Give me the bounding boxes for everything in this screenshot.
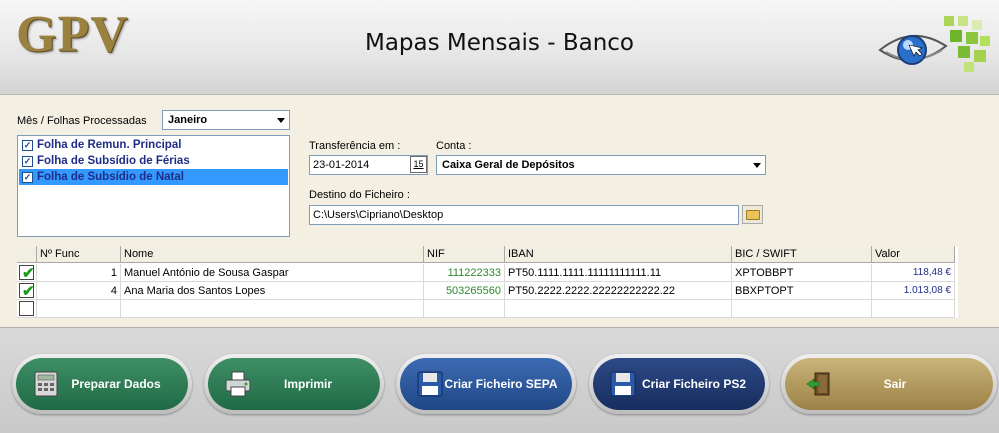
transferencia-date-value: 23-01-2014	[313, 159, 370, 171]
cell-valor	[872, 300, 955, 318]
cell-nif: 111222333	[424, 264, 505, 282]
imprimir-label: Imprimir	[283, 377, 332, 391]
conta-select-value: Caixa Geral de Depósitos	[442, 159, 575, 171]
checkbox-icon[interactable]: ✔	[19, 283, 35, 300]
conta-select[interactable]: Caixa Geral de Depósitos	[436, 155, 766, 175]
checkbox-icon[interactable]	[19, 301, 34, 316]
criar-ps2-button[interactable]: Criar Ficheiro PS2	[589, 354, 769, 414]
preparar-dados-button[interactable]: Preparar Dados	[12, 354, 192, 414]
preparar-dados-label: Preparar Dados	[71, 377, 161, 391]
folder-icon	[746, 210, 760, 220]
mes-folhas-label: Mês / Folhas Processadas	[17, 115, 147, 127]
grid-header-nome[interactable]: Nome	[121, 246, 424, 263]
calendar-icon[interactable]: 15	[410, 156, 427, 173]
cell-nome: Ana Maria dos Santos Lopes	[121, 282, 424, 300]
conta-label: Conta :	[436, 140, 472, 152]
table-row-check[interactable]	[17, 300, 37, 318]
checkbox-icon[interactable]: ✓	[22, 172, 33, 183]
sair-label: Sair	[883, 377, 907, 391]
mes-select[interactable]: Janeiro	[162, 110, 290, 130]
grid-header-iban[interactable]: IBAN	[505, 246, 732, 263]
chevron-down-icon	[277, 118, 285, 123]
criar-ps2-inner[interactable]: Criar Ficheiro PS2	[593, 358, 765, 410]
folha-item-ferias[interactable]: ✓ Folha de Subsídio de Férias	[19, 153, 288, 169]
imprimir-button[interactable]: Imprimir	[204, 354, 384, 414]
folha-label: Folha de Subsídio de Férias	[37, 155, 190, 167]
grid-header-bic[interactable]: BIC / SWIFT	[732, 246, 872, 263]
mes-select-value: Janeiro	[168, 114, 208, 126]
cell-func	[37, 300, 121, 318]
imprimir-inner[interactable]: Imprimir	[208, 358, 380, 410]
cell-nome	[121, 300, 424, 318]
grid-header-check	[17, 246, 37, 263]
criar-ps2-label: Criar Ficheiro PS2	[641, 377, 747, 391]
criar-sepa-label: Criar Ficheiro SEPA	[444, 377, 558, 391]
transferencia-label: Transferência em :	[309, 140, 401, 152]
checkbox-icon[interactable]: ✓	[22, 156, 33, 167]
criar-sepa-inner[interactable]: Criar Ficheiro SEPA	[400, 358, 572, 410]
table-row-check[interactable]: ✔	[17, 282, 37, 300]
checkbox-icon[interactable]: ✔	[19, 265, 35, 282]
table-row-check[interactable]: ✔	[17, 264, 37, 282]
folha-label: Folha de Subsídio de Natal	[37, 171, 184, 183]
preparar-dados-inner[interactable]: Preparar Dados	[16, 358, 188, 410]
cell-valor: 1.013,08 €	[872, 282, 955, 300]
cell-bic: BBXPTOPT	[732, 282, 872, 300]
page-title: Mapas Mensais - Banco	[364, 30, 635, 56]
cell-iban: PT50.2222.2222.22222222222.22	[505, 282, 732, 300]
eye-logo-icon	[878, 16, 990, 72]
sair-inner[interactable]: Sair	[785, 358, 993, 410]
browse-folder-button[interactable]	[742, 205, 763, 224]
destino-path-input[interactable]: C:\Users\Cipriano\Desktop	[309, 205, 739, 225]
cell-func: 4	[37, 282, 121, 300]
folhas-list[interactable]: ✓ Folha de Remun. Principal ✓ Folha de S…	[17, 135, 290, 237]
folha-item-principal[interactable]: ✓ Folha de Remun. Principal	[19, 137, 288, 153]
footer-bar: Preparar Dados Imprimir Criar Ficheiro S…	[0, 327, 999, 433]
grid-header-func[interactable]: Nº Func	[37, 246, 121, 263]
criar-sepa-button[interactable]: Criar Ficheiro SEPA	[396, 354, 576, 414]
header-bar: GPV Mapas Mensais - Banco	[0, 0, 999, 95]
chevron-down-icon	[753, 163, 761, 168]
cell-iban: PT50.1111.1111.11111111111.11	[505, 264, 732, 282]
folha-label: Folha de Remun. Principal	[37, 139, 182, 151]
cell-nome: Manuel António de Sousa Gaspar	[121, 264, 424, 282]
destino-label: Destino do Ficheiro :	[309, 189, 410, 201]
cell-bic: XPTOBBPT	[732, 264, 872, 282]
cell-func: 1	[37, 264, 121, 282]
sair-button[interactable]: Sair	[781, 354, 997, 414]
cell-nif: 503265560	[424, 282, 505, 300]
grid-header-valor[interactable]: Valor	[872, 246, 955, 263]
grid-header-nif[interactable]: NIF	[424, 246, 505, 263]
folha-item-natal[interactable]: ✓ Folha de Subsídio de Natal	[19, 169, 288, 185]
employees-grid[interactable]: Nº Func Nome NIF IBAN BIC / SWIFT Valor …	[17, 246, 958, 318]
cell-nif	[424, 300, 505, 318]
cell-valor: 118,48 €	[872, 264, 955, 282]
checkbox-icon[interactable]: ✓	[22, 140, 33, 151]
destino-path-value: C:\Users\Cipriano\Desktop	[313, 209, 444, 221]
cell-bic	[732, 300, 872, 318]
cell-iban	[505, 300, 732, 318]
